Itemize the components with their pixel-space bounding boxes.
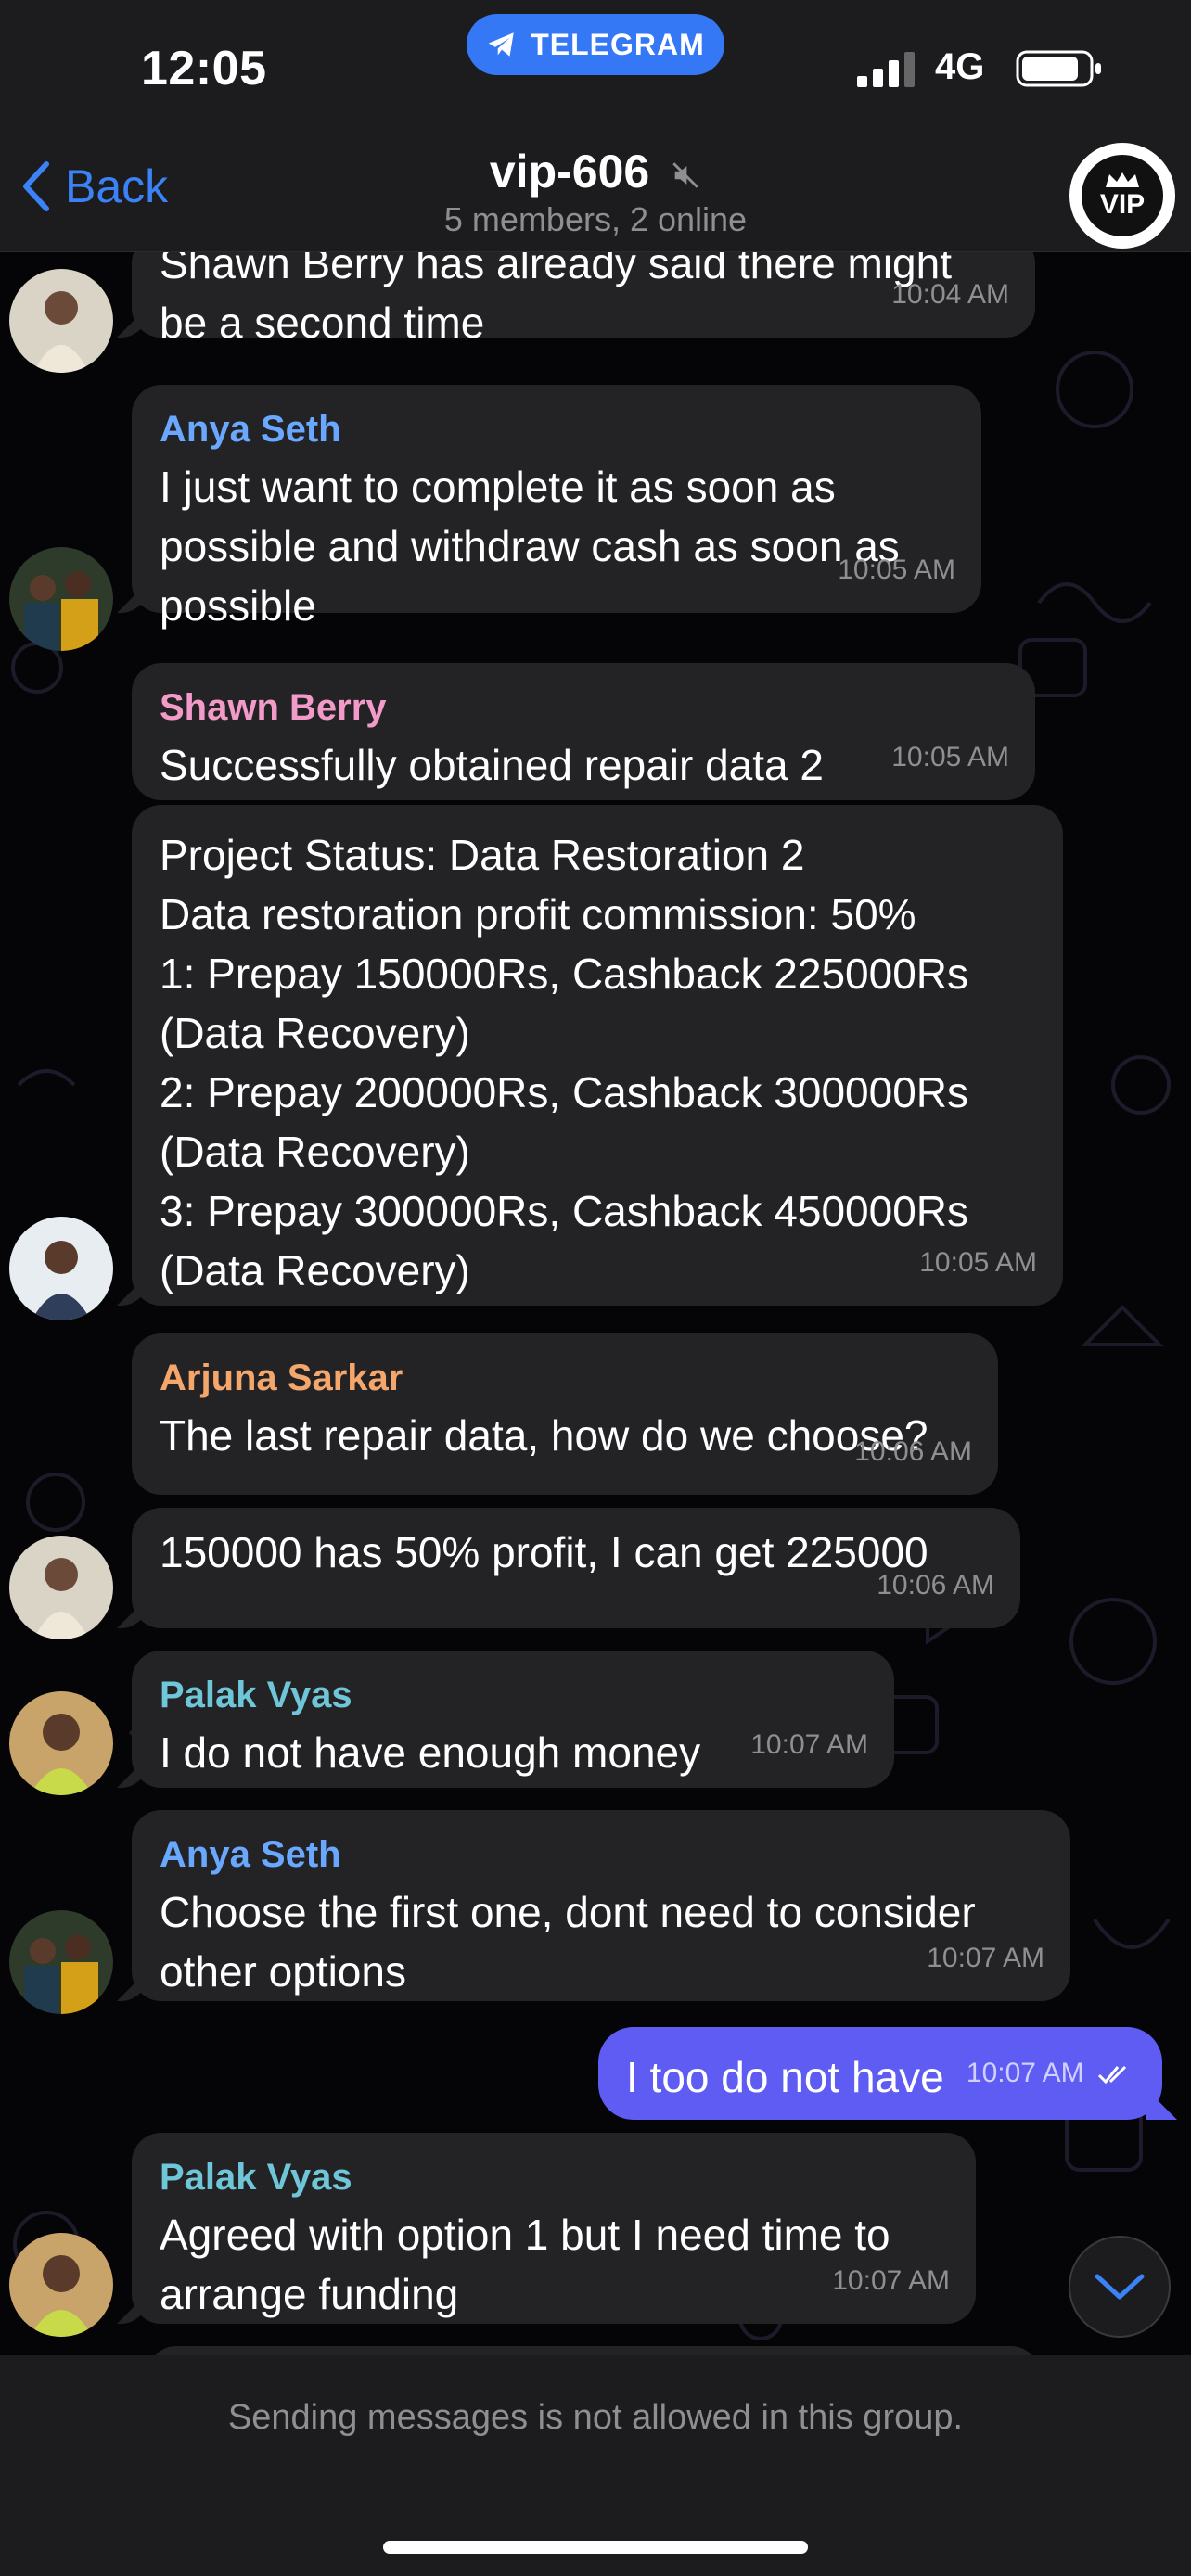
- clock: 12:05: [141, 42, 267, 96]
- scroll-to-bottom-button[interactable]: [1069, 2236, 1171, 2338]
- message-time: 10:07 AM: [750, 1729, 868, 1760]
- sender-name[interactable]: Anya Seth: [160, 405, 954, 453]
- message-bubble[interactable]: Anya Seth Choose the first one, dont nee…: [132, 1810, 1070, 2001]
- avatar[interactable]: [9, 1691, 113, 1795]
- telegram-chat-screen: 12:05 TELEGRAM 4G Back vip-606 5 members…: [0, 0, 1191, 2576]
- status-bar: 12:05 TELEGRAM 4G: [0, 0, 1191, 139]
- message-time: 10:04 AM: [891, 279, 1009, 310]
- home-indicator[interactable]: [383, 2541, 808, 2554]
- message-text-line: other options: [160, 1947, 406, 1996]
- network-type: 4G: [935, 46, 985, 87]
- message-time: 10:07 AM: [967, 2044, 1134, 2103]
- message-text-line: Data restoration profit commission: 50%: [160, 890, 916, 938]
- outgoing-message-bubble[interactable]: I too do not have 10:07 AM: [598, 2027, 1162, 2120]
- message-text-line: possible: [160, 581, 316, 630]
- avatar[interactable]: [9, 547, 113, 651]
- message-text-line: Agreed with option 1 but I need time to: [160, 2211, 890, 2259]
- message-bubble[interactable]: Arjuna Sarkar The last repair data, how …: [132, 1333, 998, 1495]
- telegram-app-pill[interactable]: TELEGRAM: [467, 14, 724, 75]
- message-text-line: possible and withdraw cash as soon as: [160, 522, 900, 570]
- chat-title-text: vip-606: [489, 146, 650, 198]
- message-time: 10:06 AM: [854, 1436, 972, 1467]
- message-time: 10:07 AM: [927, 1943, 1044, 1973]
- message-bubble[interactable]: 150000 has 50% profit, I can get 225000 …: [132, 1508, 1020, 1628]
- message-bubble[interactable]: Shawn Berry Successfully obtained repair…: [132, 663, 1035, 800]
- vip-badge-text: VIP: [1099, 189, 1146, 220]
- message-text-line: arrange funding: [160, 2270, 459, 2318]
- message-text-line: be a second time: [160, 299, 485, 347]
- message-text-line: I just want to complete it as soon as: [160, 463, 836, 511]
- message-text-line: Shawn Berry has already said there might: [160, 252, 952, 287]
- chat-header: Back vip-606 5 members, 2 online VIP: [0, 139, 1191, 252]
- message-time-text: 10:07 AM: [966, 2058, 1084, 2088]
- sender-name[interactable]: Arjuna Sarkar: [160, 1354, 970, 1402]
- message-text-line: Choose the first one, dont need to consi…: [160, 1888, 976, 1936]
- telegram-plane-icon: [489, 32, 514, 57]
- vip-badge-icon: VIP: [1078, 151, 1167, 240]
- message-time: 10:05 AM: [919, 1247, 1037, 1278]
- message-bubble[interactable]: Project Status: Data Restoration 2 Data …: [132, 805, 1063, 1306]
- message-text-line: (Data Recovery): [160, 1246, 470, 1294]
- message-bubble[interactable]: Palak Vyas Agreed with option 1 but I ne…: [132, 2133, 976, 2324]
- message-text-line: 2: Prepay 200000Rs, Cashback 300000Rs: [160, 1068, 969, 1116]
- message-bubble[interactable]: Anya Seth I just want to complete it as …: [132, 385, 981, 630]
- chat-title[interactable]: vip-606: [0, 145, 1191, 198]
- chat-subtitle: 5 members, 2 online: [443, 200, 748, 238]
- message-text-line: (Data Recovery): [160, 1128, 470, 1176]
- message-text-line: Successfully obtained repair data 2: [160, 741, 824, 789]
- message-time: 10:05 AM: [838, 555, 955, 585]
- group-avatar[interactable]: VIP: [1069, 143, 1175, 249]
- battery-icon: [1016, 50, 1101, 87]
- sender-name[interactable]: Shawn Berry: [160, 683, 1007, 732]
- read-checkmarks-icon: [1097, 2066, 1127, 2085]
- avatar[interactable]: [9, 1910, 113, 2014]
- message-text-line: Project Status: Data Restoration 2: [160, 831, 805, 879]
- sender-name[interactable]: Palak Vyas: [160, 2153, 948, 2201]
- message-text-line: 150000 has 50% profit, I can get 225000: [160, 1528, 928, 1576]
- sender-name[interactable]: Anya Seth: [160, 1830, 1043, 1879]
- message-time: 10:06 AM: [877, 1570, 994, 1600]
- input-area-disabled: Sending messages is not allowed in this …: [0, 2355, 1191, 2576]
- message-bubble[interactable]: Palak Vyas I do not have enough money 10…: [132, 1651, 894, 1788]
- muted-speaker-icon: [672, 162, 698, 188]
- sending-disabled-notice: Sending messages is not allowed in this …: [227, 2398, 964, 2437]
- avatar[interactable]: [9, 1217, 113, 1320]
- app-pill-label: TELEGRAM: [531, 27, 705, 61]
- avatar[interactable]: [9, 1536, 113, 1639]
- message-bubble[interactable]: Shawn Berry has already said there might…: [132, 252, 1035, 347]
- message-time: 10:05 AM: [891, 742, 1009, 772]
- message-text-line: The last repair data, how do we choose?: [160, 1411, 928, 1460]
- message-time: 10:07 AM: [832, 2265, 950, 2296]
- sender-name[interactable]: Palak Vyas: [160, 1671, 866, 1719]
- avatar[interactable]: [9, 269, 113, 373]
- message-list[interactable]: Shawn Berry has already said there might…: [0, 252, 1191, 2355]
- message-text-line: 3: Prepay 300000Rs, Cashback 450000Rs: [160, 1187, 969, 1235]
- cellular-signal-icon: [857, 52, 915, 87]
- message-text-line: (Data Recovery): [160, 1009, 470, 1057]
- message-text-line: 1: Prepay 150000Rs, Cashback 225000Rs: [160, 950, 969, 998]
- chevron-down-icon: [1095, 2274, 1145, 2300]
- avatar[interactable]: [9, 2233, 113, 2337]
- message-bubble-partial[interactable]: [148, 2346, 1039, 2355]
- crown-icon: [1106, 172, 1139, 187]
